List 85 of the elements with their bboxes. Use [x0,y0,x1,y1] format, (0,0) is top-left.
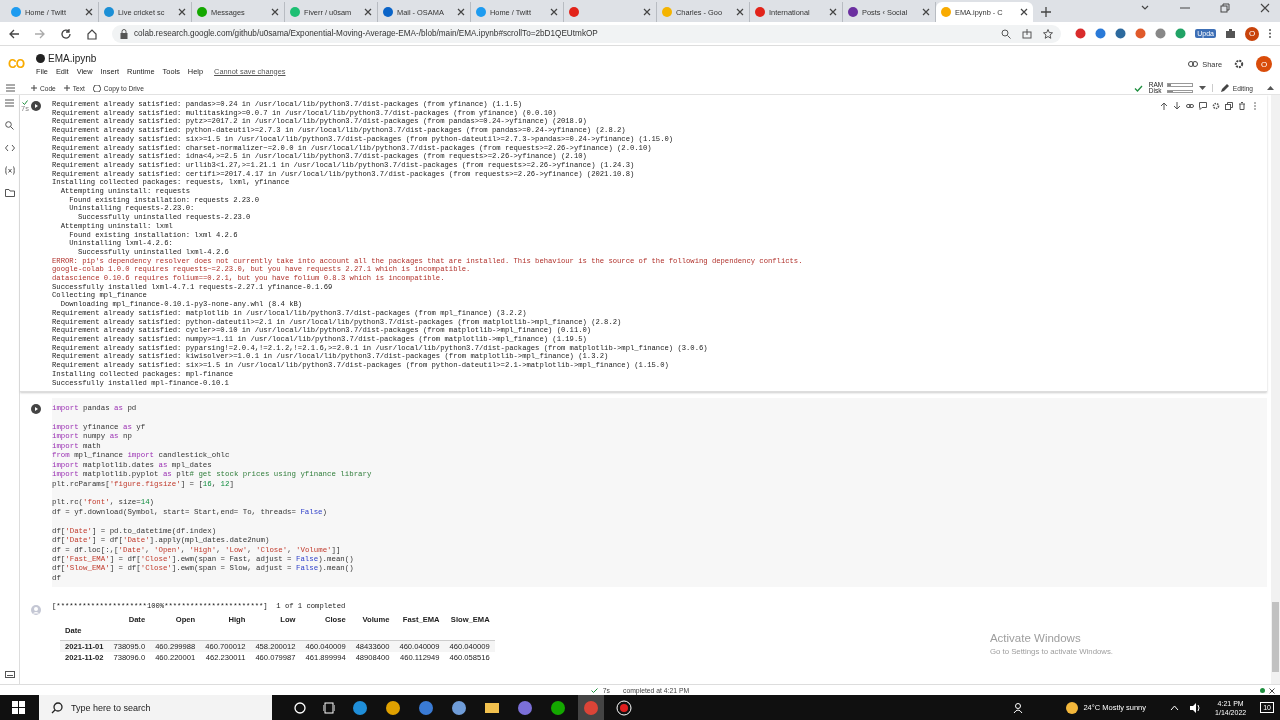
check-icon [590,687,598,693]
search-icon [51,701,63,714]
record-icon[interactable] [616,699,632,716]
zoom-icon[interactable] [1001,28,1012,39]
lock-icon [120,28,128,39]
site-icon [197,7,207,17]
close-icon[interactable] [271,8,279,16]
check-icon [1133,84,1143,92]
move-down-icon[interactable] [1173,102,1181,110]
new-tab-icon[interactable] [1041,7,1051,17]
close-icon[interactable] [457,8,465,16]
close-icon[interactable] [643,8,651,16]
home-icon[interactable] [86,27,98,40]
sun-icon [1065,700,1080,715]
extension-icon[interactable] [1095,28,1107,39]
close-icon[interactable] [364,8,372,16]
taskbar-search-input[interactable]: Type here to search [71,702,251,713]
caret-icon[interactable] [1198,86,1206,90]
site-icon [662,7,672,17]
status-dot-icon [1260,688,1265,693]
puzzle-icon[interactable] [1225,28,1236,39]
folder-icon[interactable] [4,189,15,197]
close-icon[interactable] [1269,688,1275,694]
delete-icon[interactable] [1238,102,1246,110]
app-icon[interactable] [517,699,533,716]
address-field[interactable]: colab.research.google.com/github/u0sama/Exponential-Moving-Average-EMA-/blob/main/EMA.ipynb#scrollTo=2bD1QEUtmkOP [112,24,1062,43]
caret-icon[interactable] [1267,86,1274,90]
restore-icon[interactable] [1220,3,1230,13]
run-button[interactable] [31,404,41,414]
app-icon[interactable] [451,699,467,716]
check-icon [21,100,28,105]
close-icon[interactable] [178,8,186,16]
extension-icon[interactable] [1075,28,1087,39]
site-icon [755,7,765,17]
settings-icon[interactable] [1212,102,1220,110]
copy-icon[interactable] [1225,102,1233,110]
site-icon [11,7,21,17]
close-icon[interactable] [922,8,930,16]
profile-avatar[interactable]: O [1256,56,1272,72]
app-icon[interactable] [550,699,566,716]
comment-icon[interactable] [1199,102,1207,110]
plus-icon [63,85,70,91]
reload-icon[interactable] [60,27,72,40]
settings-icon[interactable] [1234,59,1244,69]
site-icon [383,7,393,17]
activation-title: Activate Windows [989,632,1082,644]
close-icon[interactable] [1260,3,1270,13]
taskbar-search-field[interactable]: Type here to search [39,695,272,720]
share-icon[interactable] [1022,28,1033,39]
scrollbar-thumb[interactable] [1272,602,1279,672]
back-icon[interactable] [8,27,20,40]
plus-icon [31,85,37,91]
windows-start-icon[interactable] [12,701,25,714]
site-icon [104,7,114,17]
output-avatar-icon [31,605,41,615]
site-icon [941,7,951,17]
close-icon[interactable] [829,8,837,16]
move-up-icon[interactable] [1160,102,1168,110]
run-button[interactable] [31,101,41,111]
pencil-icon [1220,84,1229,92]
profile-avatar[interactable]: O [1245,26,1259,41]
close-icon[interactable] [550,8,558,16]
close-icon[interactable] [1020,8,1028,16]
site-icon [569,7,579,17]
code-icon[interactable] [4,144,15,152]
speaker-icon[interactable] [1189,701,1202,714]
extension-icon[interactable] [1155,28,1167,39]
keyboard-icon[interactable] [4,671,15,678]
link-icon [1188,60,1199,68]
more-icon[interactable] [1268,28,1272,39]
github-icon [36,53,45,63]
site-icon [290,7,300,17]
close-icon[interactable] [85,8,93,16]
extension-icon[interactable] [1175,28,1187,39]
star-icon[interactable] [1043,28,1054,39]
site-icon [476,7,486,17]
extension-icon[interactable] [1115,28,1127,39]
link-icon[interactable] [1186,102,1194,110]
caret-icon[interactable] [1170,704,1180,711]
extension-icon[interactable] [1135,28,1147,39]
notebook-title[interactable]: EMA.ipynb [48,52,97,64]
variables-icon[interactable] [4,166,15,175]
search-icon[interactable] [5,121,14,130]
site-icon [848,7,858,17]
close-icon[interactable] [736,8,744,16]
